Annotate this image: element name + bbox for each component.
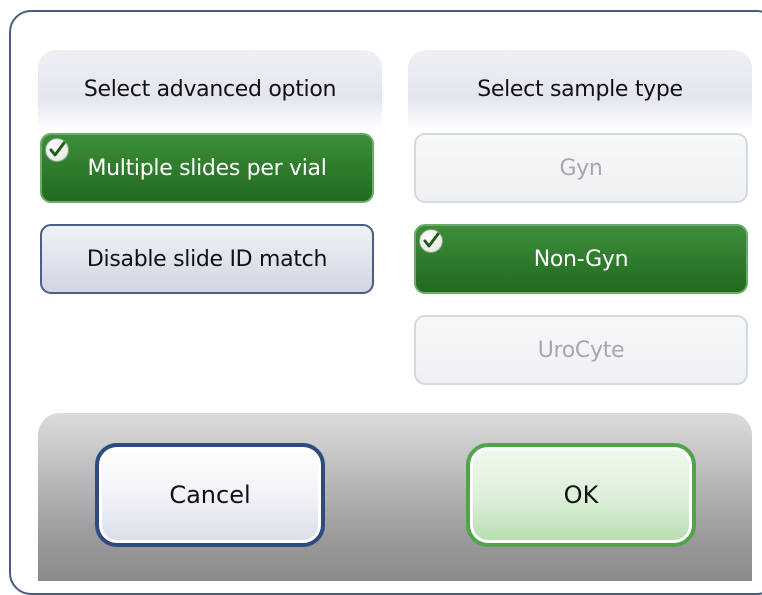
advanced-option-title: Select advanced option: [83, 77, 337, 102]
gyn-button[interactable]: Gyn: [414, 133, 748, 203]
non-gyn-button[interactable]: Non-Gyn: [414, 224, 748, 294]
ok-button[interactable]: OK: [466, 443, 696, 547]
urocyte-button[interactable]: UroCyte: [414, 315, 748, 385]
sample-type-header: Select sample type: [408, 50, 752, 130]
check-icon: [419, 229, 443, 253]
cancel-label: Cancel: [169, 481, 251, 509]
check-icon: [45, 138, 69, 162]
disable-slide-id-match-label: Disable slide ID match: [86, 246, 328, 272]
urocyte-label: UroCyte: [537, 337, 625, 363]
cancel-button[interactable]: Cancel: [95, 443, 325, 547]
sample-type-title: Select sample type: [477, 77, 683, 102]
ok-label: OK: [563, 481, 599, 509]
multiple-slides-per-vial-label: Multiple slides per vial: [87, 155, 327, 181]
advanced-option-header: Select advanced option: [38, 50, 382, 130]
non-gyn-label: Non-Gyn: [533, 246, 629, 272]
disable-slide-id-match-button[interactable]: Disable slide ID match: [40, 224, 374, 294]
multiple-slides-per-vial-button[interactable]: Multiple slides per vial: [40, 133, 374, 203]
gyn-label: Gyn: [559, 155, 603, 181]
